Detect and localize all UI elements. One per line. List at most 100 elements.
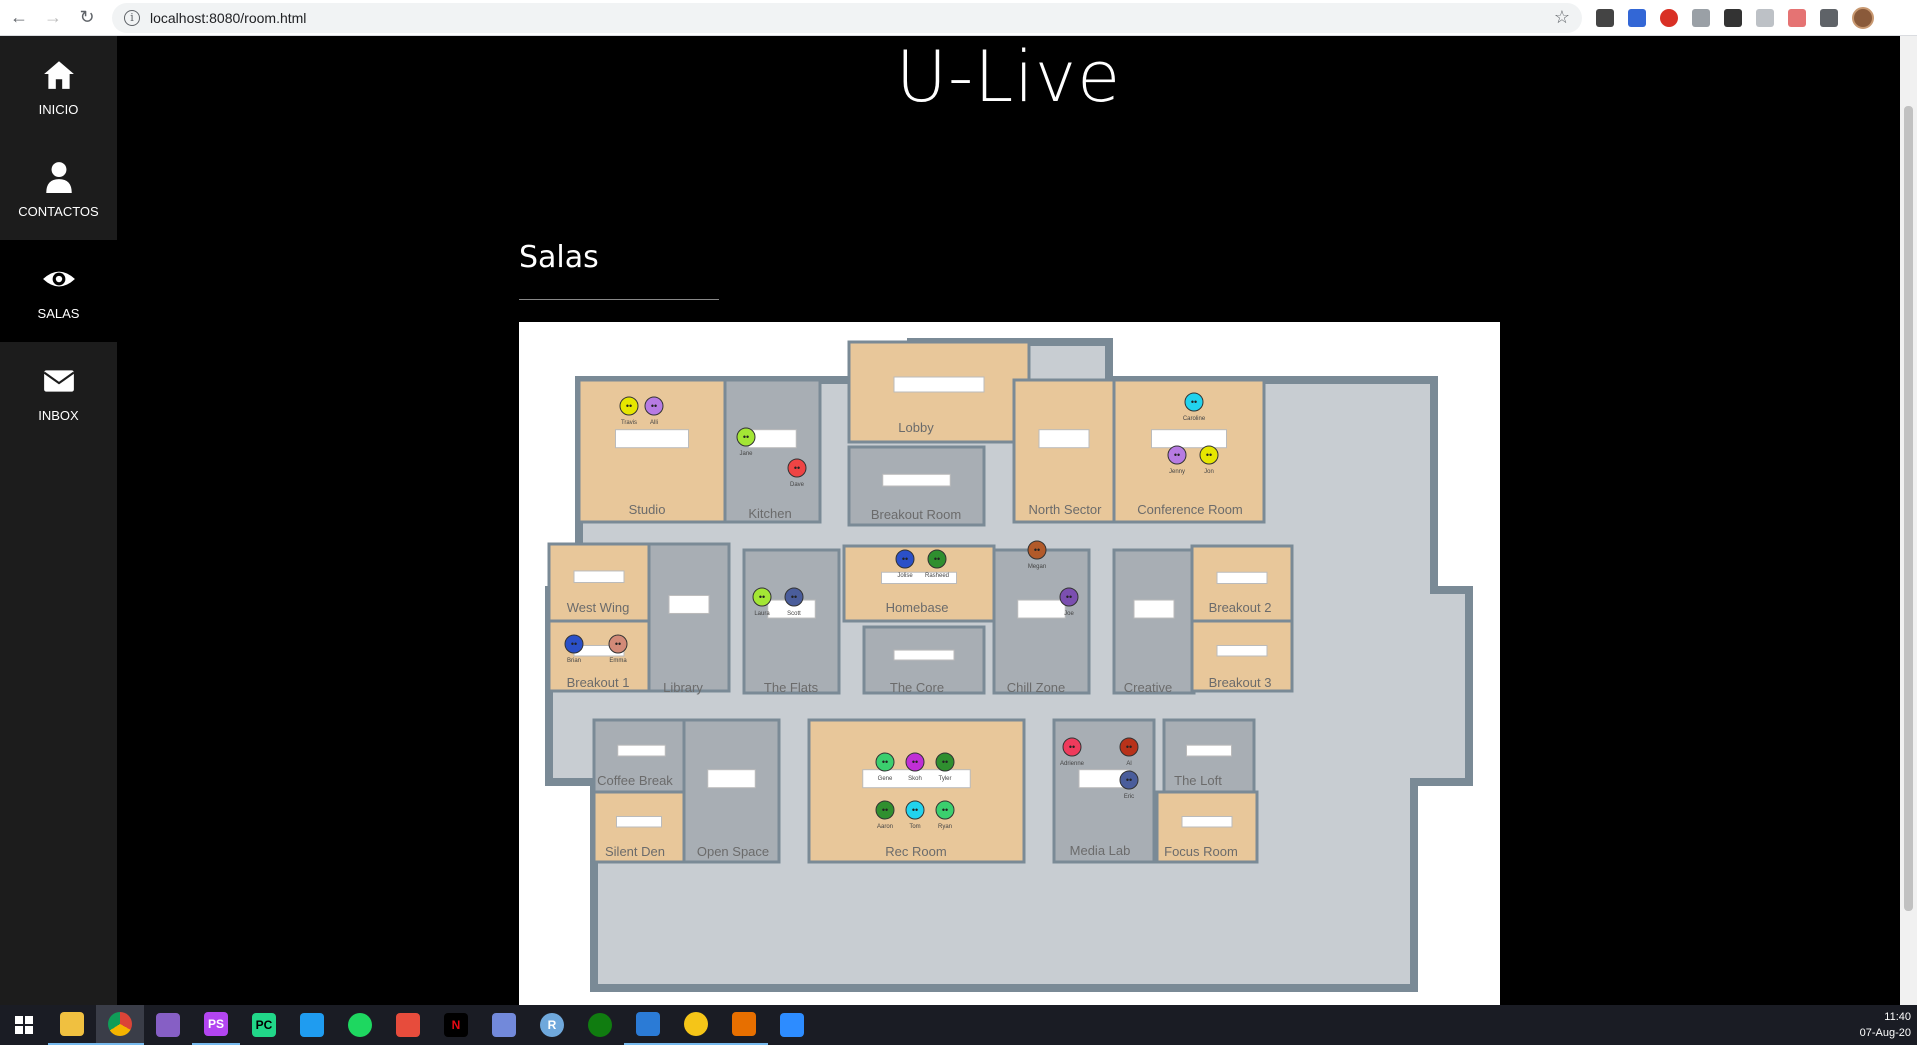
room-label: Breakout 2 [1209,600,1272,615]
room-chill-zone[interactable] [992,548,1091,695]
room-label: Media Lab [1070,843,1131,858]
desk [893,649,955,661]
popcorn-icon[interactable] [384,1005,432,1045]
avatar-face: •• [651,401,657,411]
person-name: Ryan [938,824,952,830]
room-label: Conference Room [1137,502,1243,517]
extensions-puzzle-icon[interactable] [1820,8,1838,27]
room-label: Lobby [898,420,934,435]
system-clock[interactable]: 11:40 07-Aug-20 [1860,1009,1911,1041]
scrollbar-thumb[interactable] [1904,106,1913,911]
person-name: Laura [754,611,770,617]
monitor-icon[interactable] [624,1005,672,1045]
clock-time: 11:40 [1884,1011,1911,1023]
url-text[interactable]: localhost:8080/room.html [150,10,1554,26]
room-the-flats[interactable] [742,548,841,695]
desk [1216,571,1268,584]
room-rec-room[interactable] [807,718,1026,864]
avatar-face: •• [794,463,800,473]
room-open-space[interactable] [682,718,781,864]
extension-icon[interactable] [1788,8,1806,27]
extension-icon[interactable] [1756,8,1774,27]
room-label: Breakout 1 [567,675,630,690]
sidebar-item-label: SALAS [37,305,80,321]
phpstorm-icon[interactable]: PS [192,1005,240,1045]
oracle-icon[interactable] [672,1005,720,1045]
pycharm-icon[interactable]: PC [240,1005,288,1045]
person-name: Joe [1064,611,1074,617]
browser-toolbar: ← → ↻ i localhost:8080/room.html ☆ [0,0,1917,36]
profile-avatar[interactable] [1852,6,1874,29]
address-bar[interactable]: i localhost:8080/room.html ☆ [112,2,1582,33]
desk [1186,744,1232,757]
extension-icon[interactable] [1692,8,1710,27]
windows-start-icon[interactable] [0,1005,48,1045]
sidebar-item-label: CONTACTOS [18,203,99,219]
extension-icon[interactable] [1724,8,1742,27]
room-creative[interactable] [1112,548,1196,695]
avatar-face: •• [942,805,948,815]
room-north-sector[interactable] [1012,378,1116,524]
room-label: Studio [629,502,666,517]
room-label: Homebase [886,600,949,615]
avatar-face: •• [1191,397,1197,407]
desk [1133,599,1175,619]
back-icon[interactable]: ← [4,3,34,33]
vscode-icon[interactable] [288,1005,336,1045]
avatar-face: •• [882,757,888,767]
person-name: Caroline [1183,416,1206,422]
sidebar-item-label: INICIO [38,101,79,117]
file-explorer-icon[interactable] [48,1005,96,1045]
r-icon[interactable]: R [528,1005,576,1045]
avatar-face: •• [1206,450,1212,460]
vertical-scrollbar[interactable] [1900,36,1917,1005]
person-name: Dave [790,482,805,488]
netflix-icon[interactable]: N [432,1005,480,1045]
room-label: Library [663,680,703,695]
person-name: Travis [621,420,637,426]
eye-icon [42,271,75,286]
site-info-icon[interactable]: i [124,9,140,26]
forward-icon[interactable]: → [38,3,68,33]
sidebar-item-salas[interactable]: SALAS [0,240,117,342]
person-name: Scott [787,611,801,617]
person-name: Jane [739,451,753,457]
visual-studio-icon[interactable] [144,1005,192,1045]
person-name: Gene [878,776,893,782]
reload-icon[interactable]: ↻ [72,3,102,33]
extension-icon[interactable] [1628,8,1646,27]
page-title: U-Live [895,36,1122,118]
avatar-face: •• [942,757,948,767]
bookmark-star-icon[interactable]: ☆ [1554,7,1570,28]
sidebar-item-inbox[interactable]: INBOX [0,342,117,444]
person-name: Brian [567,658,581,664]
person-name: Aaron [877,824,893,830]
zoom-icon[interactable] [768,1005,816,1045]
avatar-face: •• [791,592,797,602]
envelope-icon [43,369,74,392]
office-floorplan[interactable]: •• Travis •• Alli •• Jane •• Dave •• Caroline •• Je… [519,322,1500,1005]
sidebar-item-inicio[interactable]: INICIO [0,36,117,138]
sidebar-item-contactos[interactable]: CONTACTOS [0,138,117,240]
avatar-face: •• [615,639,621,649]
java-icon[interactable] [720,1005,768,1045]
person-name: Jenny [1169,469,1185,475]
sidebar: INICIO CONTACTOS SALAS INBOX [0,36,117,1005]
desk [615,429,689,449]
spotify-icon[interactable] [336,1005,384,1045]
room-label: The Loft [1174,773,1222,788]
chrome-icon[interactable] [96,1005,144,1045]
avatar-face: •• [912,805,918,815]
office-map[interactable]: •• Travis •• Alli •• Jane •• Dave •• Caroline •• Je… [519,322,1500,1005]
room-label: Open Space [697,844,769,859]
extension-icon[interactable] [1660,8,1678,27]
sidebar-item-label: INBOX [38,407,79,423]
room-library[interactable] [647,542,731,693]
home-icon [43,60,74,89]
xbox-icon[interactable] [576,1005,624,1045]
room-label: Breakout Room [871,507,961,522]
extension-icon[interactable] [1596,8,1614,27]
room-label: Focus Room [1164,844,1238,859]
discord-icon[interactable] [480,1005,528,1045]
person-name: Megan [1028,564,1046,570]
